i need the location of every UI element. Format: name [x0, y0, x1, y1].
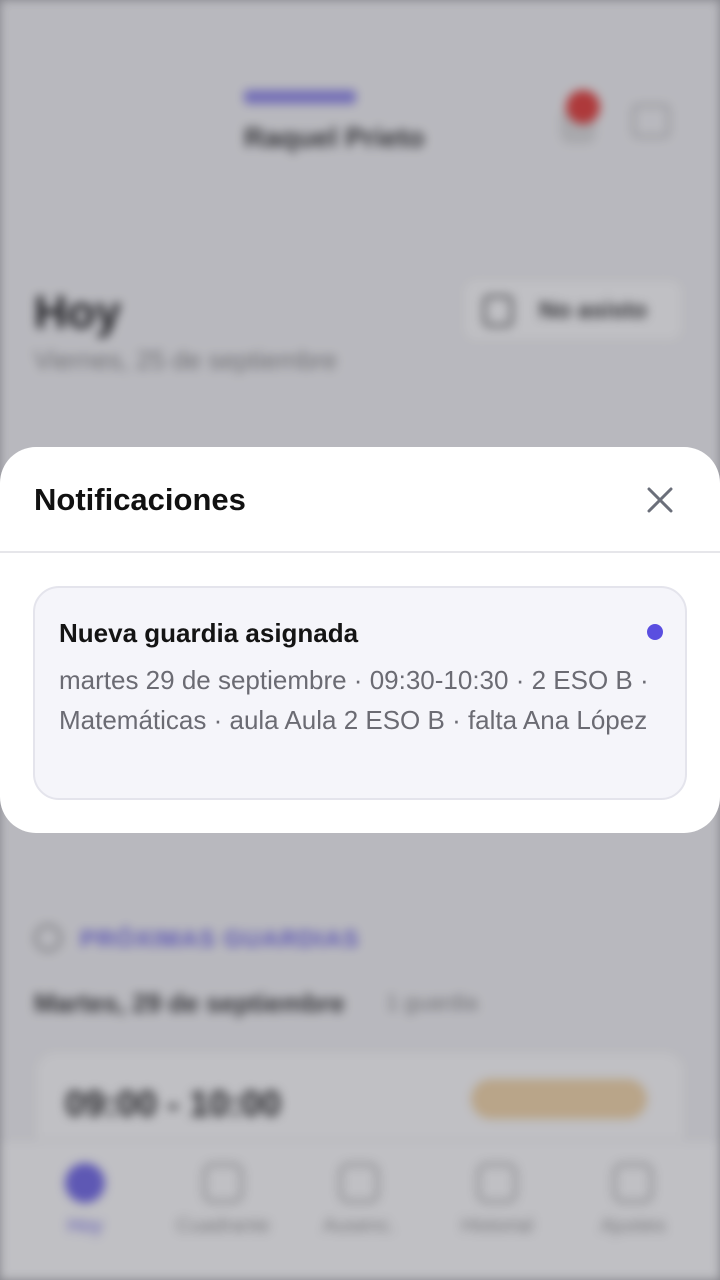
unread-dot: [647, 624, 663, 640]
notification-body: martes 29 de septiembre · 09:30-10:30 · …: [59, 665, 649, 735]
notification-title: Nueva guardia asignada: [59, 618, 359, 648]
close-icon: [647, 487, 673, 513]
divider: [0, 551, 720, 553]
sheet-title: Notificaciones: [34, 482, 246, 517]
close-button[interactable]: [640, 480, 680, 520]
notification-item[interactable]: Nueva guardia asignada martes 29 de sept…: [33, 586, 687, 800]
